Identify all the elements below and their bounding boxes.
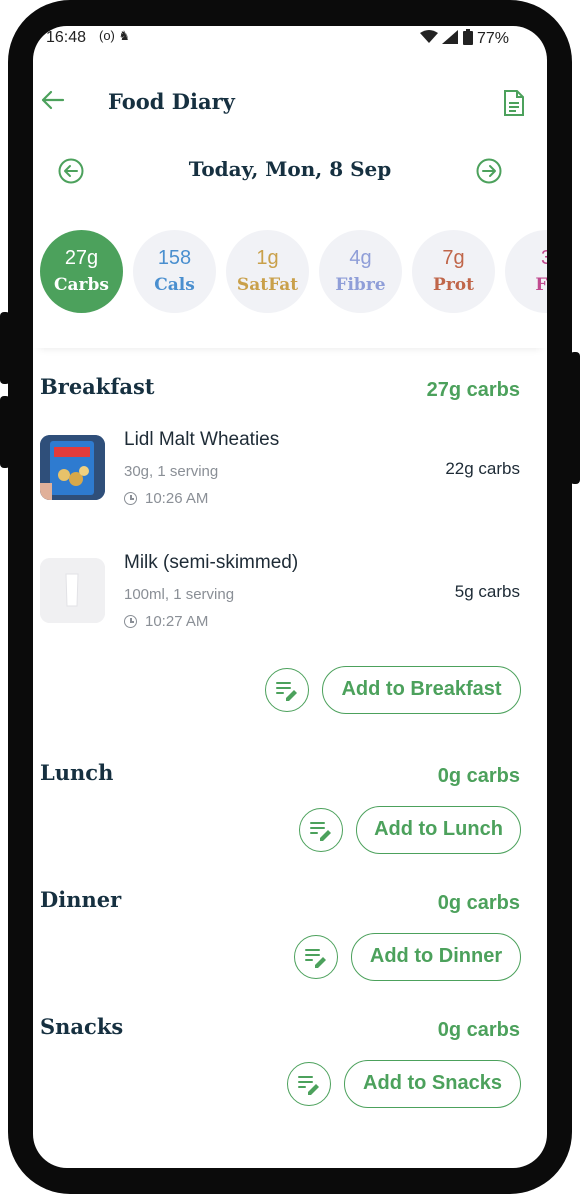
wifi-icon xyxy=(419,30,438,43)
note-button-breakfast[interactable] xyxy=(265,668,309,712)
macro-chip-fat[interactable]: 3 Fa xyxy=(505,230,547,313)
macro-value: 1g xyxy=(256,247,279,269)
note-edit-icon xyxy=(310,822,331,841)
meal-title-dinner: Dinner xyxy=(40,887,122,912)
food-carbs: 22g carbs xyxy=(445,459,520,478)
meal-carbs-snacks: 0g carbs xyxy=(437,1019,520,1041)
macro-chip-fibre[interactable]: 4g Fibre xyxy=(319,230,402,313)
macro-chip-cals[interactable]: 158 Cals xyxy=(133,230,216,313)
macro-value: 3 xyxy=(540,247,547,269)
food-time: 10:27 AM xyxy=(124,613,208,630)
clock-icon xyxy=(124,615,137,628)
macro-label: Prot xyxy=(433,275,474,295)
add-to-dinner-button[interactable]: Add to Dinner xyxy=(351,933,521,981)
back-arrow-icon[interactable] xyxy=(39,86,67,114)
app-header: Food Diary xyxy=(33,76,547,132)
food-serving: 100ml, 1 serving xyxy=(124,586,235,603)
note-edit-icon xyxy=(305,949,326,968)
status-bar: 16:48 (o) ♞ 77% xyxy=(33,26,547,50)
battery-percent: 77% xyxy=(476,30,509,47)
food-time: 10:26 AM xyxy=(124,490,208,507)
date-label: Today, Mon, 8 Sep xyxy=(188,157,392,181)
macro-label: Fa xyxy=(535,275,547,295)
note-button-snacks[interactable] xyxy=(287,1062,331,1106)
note-button-lunch[interactable] xyxy=(299,808,343,852)
macro-summary-row: 27g Carbs 158 Cals 1g SatFat 4g Fibre 7g… xyxy=(33,212,547,348)
meal-carbs-breakfast: 27g carbs xyxy=(426,379,520,401)
volume-button xyxy=(0,396,10,468)
food-serving: 30g, 1 serving xyxy=(124,463,219,480)
note-button-dinner[interactable] xyxy=(294,935,338,979)
meal-title-snacks: Snacks xyxy=(40,1014,124,1039)
document-icon[interactable] xyxy=(503,90,525,116)
app-screen: 16:48 (o) ♞ 77% Food Diary Today, Mon, 8… xyxy=(33,26,547,1168)
add-to-snacks-button[interactable]: Add to Snacks xyxy=(344,1060,521,1108)
macro-label: Carbs xyxy=(54,275,109,295)
clock-icon xyxy=(124,492,137,505)
side-button-right xyxy=(570,352,580,484)
macro-label: Cals xyxy=(154,275,195,295)
signal-icon xyxy=(442,30,459,44)
battery-icon xyxy=(462,29,473,45)
cereal-box-image xyxy=(40,435,105,500)
notification-icons: (o) ♞ xyxy=(99,28,131,43)
note-edit-icon xyxy=(298,1076,319,1095)
macro-value: 27g xyxy=(64,247,99,269)
food-name: Milk (semi-skimmed) xyxy=(124,552,299,573)
meal-carbs-dinner: 0g carbs xyxy=(437,892,520,914)
next-day-icon[interactable] xyxy=(476,158,502,184)
add-to-lunch-button[interactable]: Add to Lunch xyxy=(356,806,521,854)
date-navigator: Today, Mon, 8 Sep xyxy=(33,154,547,190)
note-edit-icon xyxy=(276,682,297,701)
meal-title-breakfast: Breakfast xyxy=(40,374,155,399)
macro-chip-prot[interactable]: 7g Prot xyxy=(412,230,495,313)
meal-title-lunch: Lunch xyxy=(40,760,114,785)
meal-carbs-lunch: 0g carbs xyxy=(437,765,520,787)
milk-glass-image xyxy=(40,558,105,623)
food-thumbnail xyxy=(40,558,105,623)
food-time-text: 10:26 AM xyxy=(145,490,209,507)
macro-chip-satfat[interactable]: 1g SatFat xyxy=(226,230,309,313)
add-to-breakfast-button[interactable]: Add to Breakfast xyxy=(322,666,521,714)
macro-label: SatFat xyxy=(236,275,299,295)
macro-chip-carbs[interactable]: 27g Carbs xyxy=(40,230,123,313)
macro-value: 4g xyxy=(349,247,372,269)
food-carbs: 5g carbs xyxy=(454,582,520,601)
status-time: 16:48 xyxy=(46,29,87,46)
macro-label: Fibre xyxy=(335,275,386,295)
food-time-text: 10:27 AM xyxy=(145,613,209,630)
power-button xyxy=(0,312,10,384)
food-name: Lidl Malt Wheaties xyxy=(124,429,280,450)
page-title: Food Diary xyxy=(108,89,235,114)
status-right: 77% xyxy=(419,29,509,48)
macro-value: 7g xyxy=(442,247,465,269)
food-thumbnail xyxy=(40,435,105,500)
macro-value: 158 xyxy=(157,247,192,269)
